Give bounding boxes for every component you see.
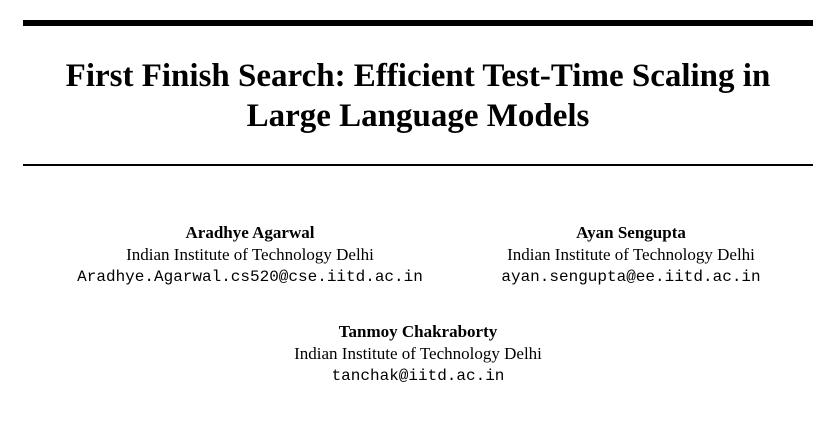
author-email[interactable]: ayan.sengupta@ee.iitd.ac.in [472, 266, 790, 288]
title-bottom-rule [23, 164, 813, 166]
author-name: Tanmoy Chakraborty [338, 322, 498, 341]
author-name: Ayan Sengupta [576, 223, 686, 242]
author-affiliation: Indian Institute of Technology Delhi [294, 344, 542, 363]
author-affiliation: Indian Institute of Technology Delhi [126, 245, 374, 264]
author-name: Aradhye Agarwal [185, 223, 315, 242]
author-email[interactable]: Aradhye.Agarwal.cs520@cse.iitd.ac.in [58, 266, 442, 288]
paper-title: First Finish Search: Efficient Test-Time… [65, 58, 771, 134]
title-top-rule [23, 20, 813, 26]
author-block-3: Tanmoy Chakraborty Indian Institute of T… [218, 321, 618, 387]
author-affiliation: Indian Institute of Technology Delhi [507, 245, 755, 264]
author-block-1: Aradhye Agarwal Indian Institute of Tech… [58, 222, 442, 288]
author-email[interactable]: tanchak@iitd.ac.in [218, 365, 618, 387]
author-block-2: Ayan Sengupta Indian Institute of Techno… [472, 222, 790, 288]
